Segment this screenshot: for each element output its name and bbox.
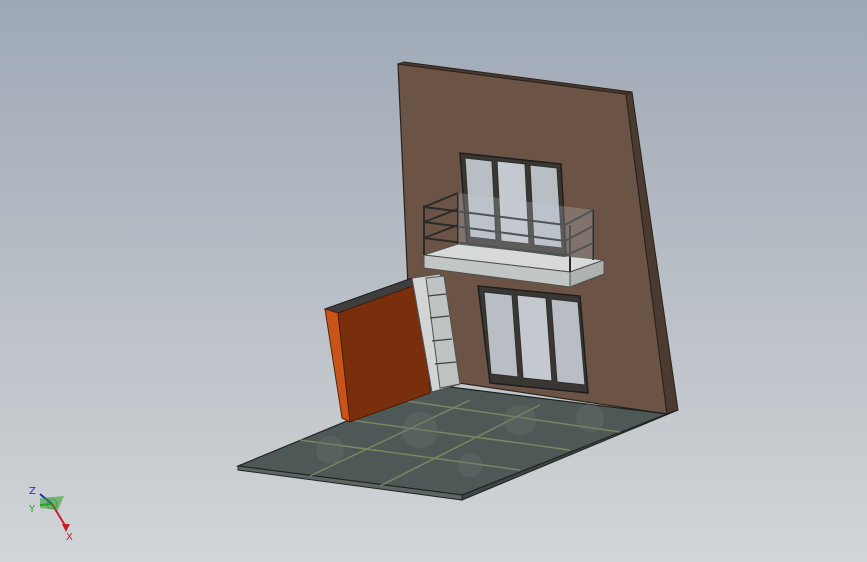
lower-window[interactable]: [477, 285, 589, 394]
model-scene[interactable]: X Y Z: [0, 0, 867, 562]
x-axis-label: X: [66, 532, 73, 543]
green-triad-plane: [40, 496, 64, 510]
z-axis-label: Z: [29, 486, 36, 497]
y-axis-label: Y: [28, 504, 36, 515]
axis-triad[interactable]: X Y Z: [28, 486, 73, 543]
cad-3d-viewport[interactable]: X Y Z: [0, 0, 867, 562]
lower-window-pane-2: [516, 294, 553, 382]
x-axis-arrow-icon: [62, 524, 70, 532]
